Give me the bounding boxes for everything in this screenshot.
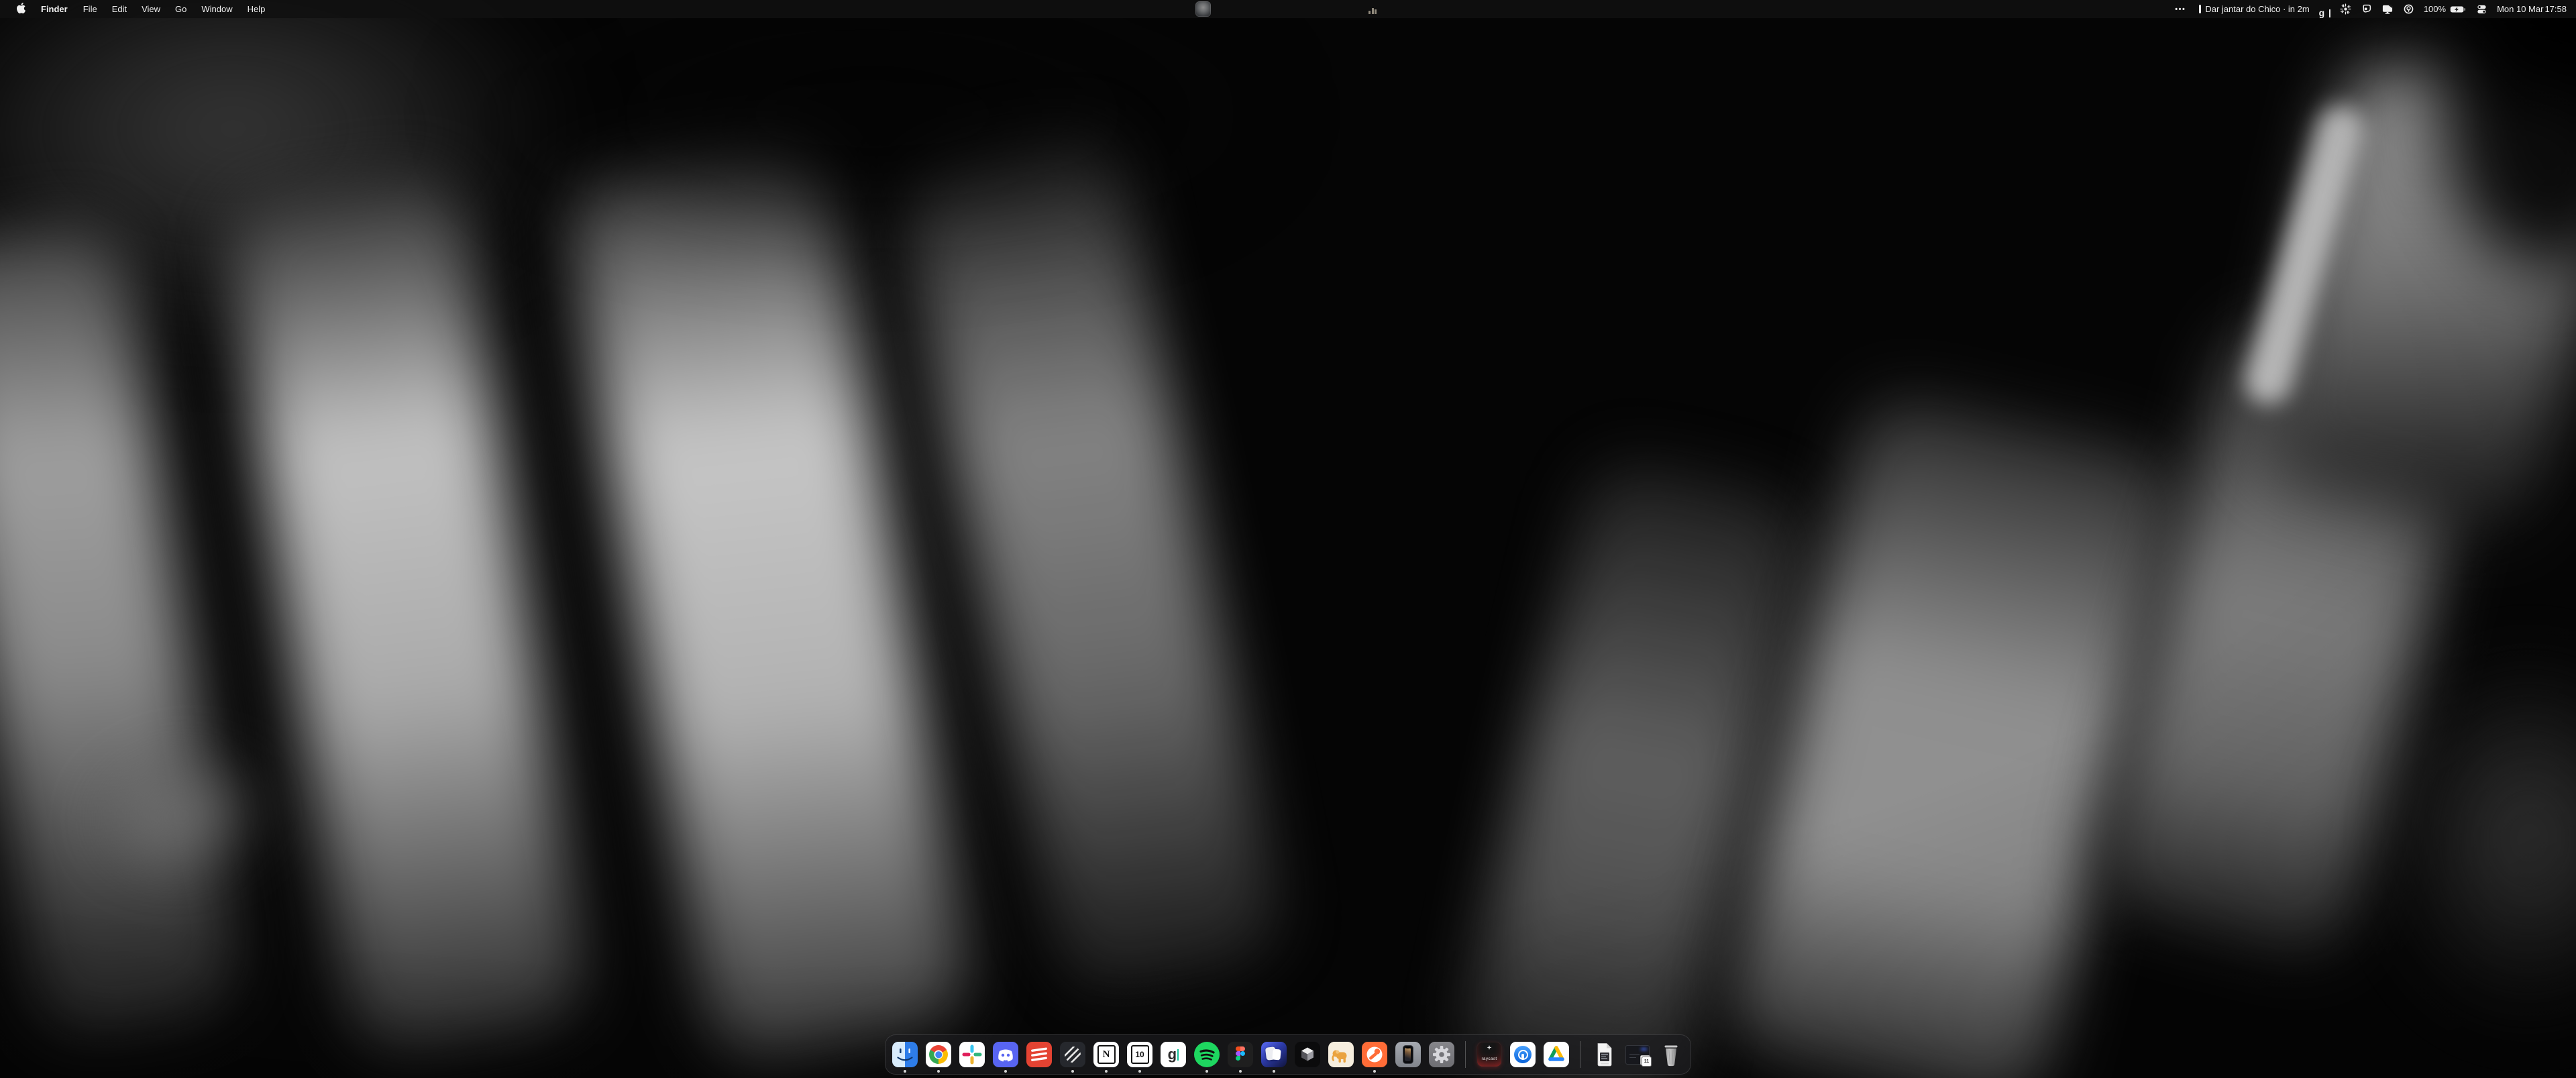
dock-postico[interactable] [1328,1042,1354,1067]
running-indicator [1004,1070,1007,1073]
notion-calendar-icon: 10 [1127,1042,1152,1067]
menu-extras-overflow[interactable]: ••• [2175,0,2186,18]
running-indicator [1239,1070,1242,1073]
postman-icon [1362,1042,1387,1067]
event-text: Dar jantar do Chico · in 2m [2205,4,2309,14]
linear-icon [1060,1042,1085,1067]
control-center-menu-item[interactable] [2476,0,2487,18]
menu-time: 17:58 [2544,4,2567,14]
onepassword-icon [1510,1042,1536,1067]
screenshot-thumbnail: 11 [1625,1045,1650,1065]
pick-shape-icon [2361,3,2372,15]
dock-document-file[interactable] [1591,1042,1617,1067]
menu-help[interactable]: Help [240,0,273,18]
pick-shape-menu-item[interactable] [2361,0,2372,18]
dock-discord[interactable] [993,1042,1018,1067]
dock-linear[interactable] [1060,1042,1085,1067]
menu-window[interactable]: Window [194,0,239,18]
screen-mirroring-menu-item[interactable] [2381,0,2394,18]
raycast-icon: raycast [1477,1042,1502,1067]
activity-bars-icon[interactable] [1368,6,1377,14]
menu-edit[interactable]: Edit [105,0,134,18]
dock: N 10 g [885,1034,1691,1075]
sun-burst-menu-item[interactable] [2340,0,2351,18]
running-indicator [1071,1070,1074,1073]
running-indicator [1105,1070,1108,1073]
document-file-icon [1594,1042,1614,1067]
desktop: Finder File Edit View Go Window Help •••… [0,0,2576,1078]
dock-notion[interactable]: N [1093,1042,1119,1067]
menu-bar: Finder File Edit View Go Window Help •••… [0,0,2576,18]
iphone-mirroring-icon [1395,1042,1421,1067]
control-center-icon [2476,3,2487,15]
menubar-avatar[interactable] [1195,1,1211,17]
onepassword-keyhole-icon [2403,3,2414,15]
todoist-icon [1026,1042,1052,1067]
grammarly-menu-item[interactable]: g [2319,0,2330,18]
spotify-icon [1194,1042,1220,1067]
event-color-bar-icon [2199,5,2201,13]
slack-icon [959,1042,985,1067]
trash-icon [1661,1042,1681,1067]
raycast-spark-icon [1487,1045,1492,1050]
apple-menu[interactable] [9,0,33,18]
active-app-menu[interactable]: Finder [33,0,76,18]
running-indicator [1138,1070,1141,1073]
battery-percent: 100% [2424,4,2446,14]
dock-1password[interactable] [1510,1042,1536,1067]
menu-file[interactable]: File [76,0,105,18]
dock-slack[interactable] [959,1042,985,1067]
dock-todoist[interactable] [1026,1042,1052,1067]
menu-go[interactable]: Go [168,0,194,18]
dock-google-drive[interactable] [1544,1042,1569,1067]
grammarly-g-glyph: g [2319,7,2325,18]
menu-date: Mon 10 Mar [2497,4,2543,14]
dock-postman[interactable] [1362,1042,1387,1067]
dock-screen-studio[interactable] [1261,1042,1287,1067]
menu-view[interactable]: View [134,0,168,18]
notion-icon: N [1093,1042,1119,1067]
figma-icon [1228,1042,1253,1067]
screen-studio-icon [1261,1042,1287,1067]
dock-spotify[interactable] [1194,1042,1220,1067]
dock-grammarly[interactable]: g [1161,1042,1186,1067]
dock-screenshot-file[interactable]: 11 [1625,1042,1650,1067]
running-indicator [1205,1070,1208,1073]
dock-raycast[interactable]: raycast [1477,1042,1502,1067]
wallpaper [0,0,2576,1078]
battery-menu-item[interactable]: 100% [2424,0,2467,18]
menu-bar-status-area: ••• Dar jantar do Chico · in 2m g [2175,0,2576,18]
clock-menu-item[interactable]: Mon 10 Mar 17:58 [2497,0,2567,18]
running-indicator [904,1070,906,1073]
dock-3d-cube-app[interactable] [1295,1042,1320,1067]
menu-bar-left: Finder File Edit View Go Window Help [0,0,272,18]
battery-charging-icon [2450,3,2467,15]
google-drive-icon [1544,1042,1569,1067]
calendar-event-item[interactable]: Dar jantar do Chico · in 2m [2199,0,2309,18]
cube-3d-icon [1295,1042,1320,1067]
onepassword-menu-item[interactable] [2403,0,2414,18]
running-indicator [1373,1070,1376,1073]
dock-notion-calendar[interactable]: 10 [1127,1042,1152,1067]
finder-icon [892,1042,918,1067]
dock-system-settings[interactable] [1429,1042,1454,1067]
apple-icon [17,3,25,15]
dock-separator [1465,1041,1466,1068]
grammarly-icon: g [1161,1042,1186,1067]
dock-iphone-mirroring[interactable] [1395,1042,1421,1067]
display-icon [2381,3,2394,15]
dock-trash[interactable] [1658,1042,1684,1067]
calendar-badge: 11 [1642,1057,1652,1067]
postico-elephant-icon [1328,1042,1354,1067]
text-caret-icon [2329,9,2330,17]
running-indicator [1273,1070,1275,1073]
chrome-icon [926,1042,951,1067]
dock-figma[interactable] [1228,1042,1253,1067]
discord-icon [993,1042,1018,1067]
system-settings-gear-icon [1429,1042,1454,1067]
dock-finder[interactable] [892,1042,918,1067]
running-indicator [937,1070,940,1073]
sun-burst-icon [2340,3,2351,15]
dock-google-chrome[interactable] [926,1042,951,1067]
